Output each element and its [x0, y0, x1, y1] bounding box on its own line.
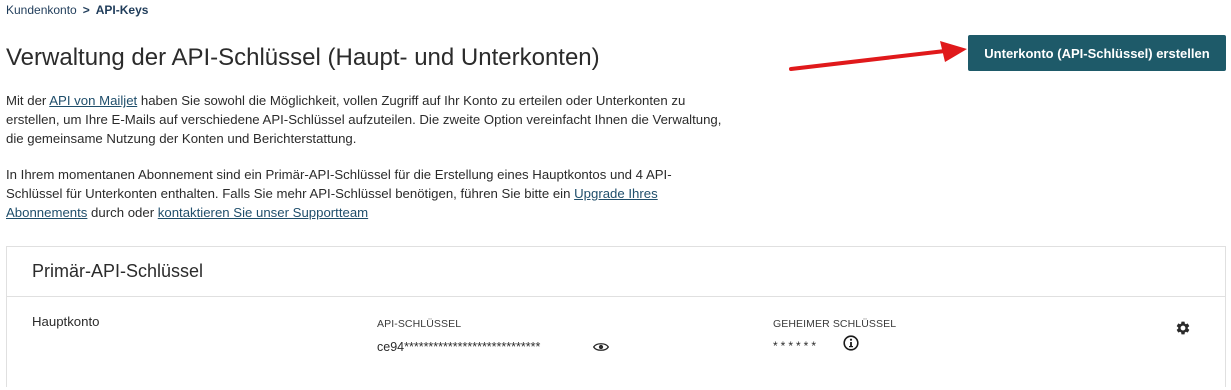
account-name: Hauptkonto — [32, 314, 100, 329]
breadcrumb-current: API-Keys — [95, 3, 149, 17]
breadcrumb-separator: > — [82, 3, 90, 17]
api-key-label: API-SCHLÜSSEL — [377, 318, 462, 330]
secret-key-label: GEHEIMER SCHLÜSSEL — [773, 318, 897, 330]
contact-support-link[interactable]: kontaktieren Sie unser Supportteam — [158, 205, 368, 220]
api-key-value: ce94**************************** — [377, 340, 541, 354]
gear-icon[interactable] — [1175, 320, 1191, 336]
mailjet-api-link[interactable]: API von Mailjet — [49, 93, 137, 108]
page-title: Verwaltung der API-Schlüssel (Haupt- und… — [6, 44, 600, 71]
secret-key-value: ****** — [773, 339, 820, 353]
intro-paragraph-2: In Ihrem momentanen Abonnement sind ein … — [6, 167, 672, 220]
create-subaccount-button[interactable]: Unterkonto (API-Schlüssel) erstellen — [968, 35, 1226, 71]
info-icon[interactable] — [843, 335, 859, 351]
breadcrumb: Kundenkonto > API-Keys — [6, 3, 148, 17]
annotation-arrow — [789, 41, 967, 71]
breadcrumb-kundenkonto[interactable]: Kundenkonto — [6, 3, 77, 17]
intro-paragraph-1: Mit der API von Mailjet haben Sie sowohl… — [6, 93, 722, 146]
primary-key-row: Hauptkonto API-SCHLÜSSEL ce94***********… — [7, 297, 1225, 387]
primary-api-key-card: Primär-API-Schlüssel Hauptkonto API-SCHL… — [6, 246, 1226, 387]
eye-icon[interactable] — [593, 341, 609, 353]
card-title: Primär-API-Schlüssel — [7, 247, 1225, 297]
